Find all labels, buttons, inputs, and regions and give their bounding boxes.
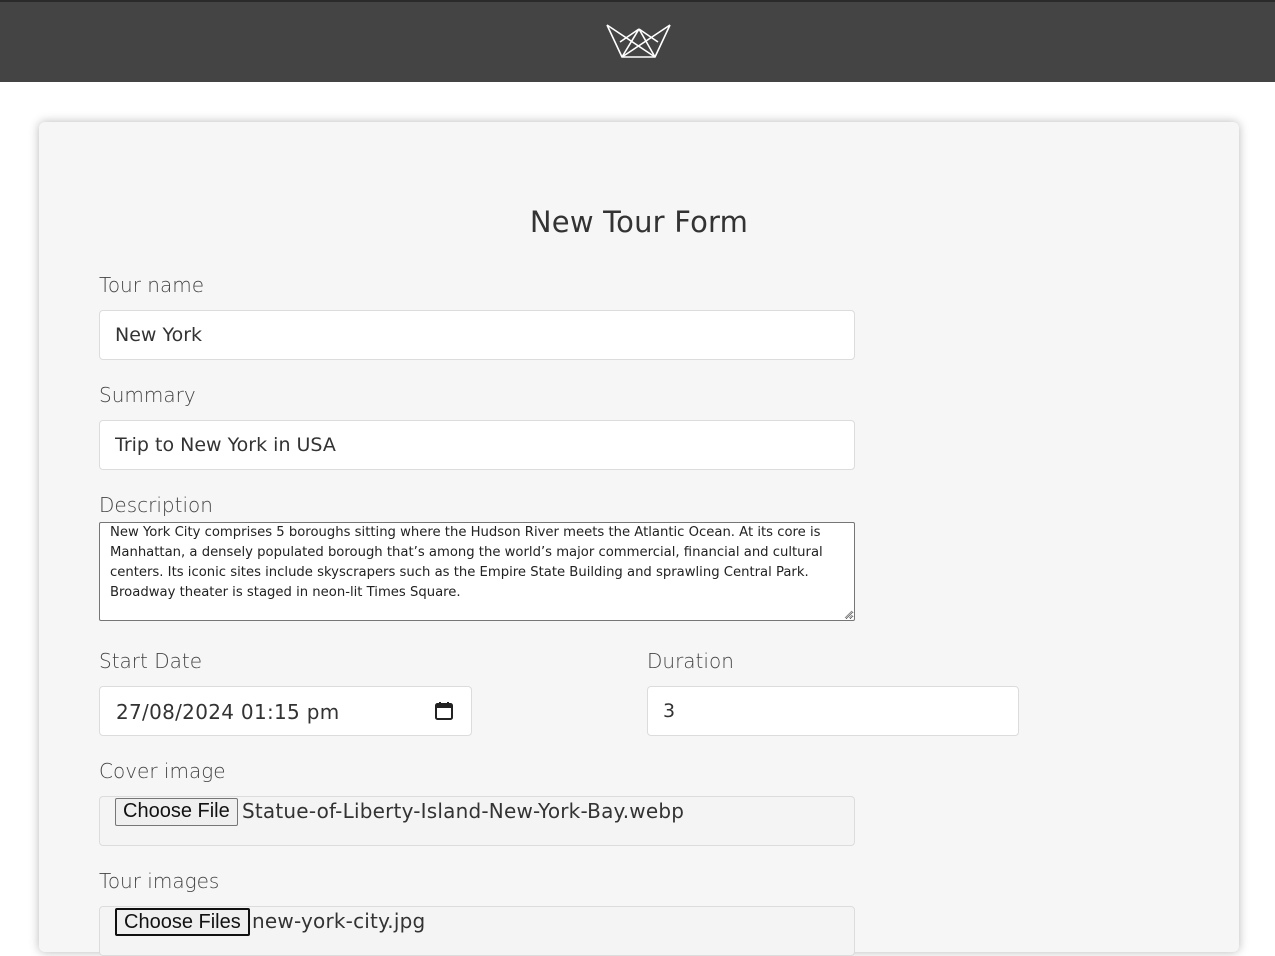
top-navigation-bar <box>0 0 1275 82</box>
start-date-value: 27/08/2024 01:15 pm <box>116 700 340 724</box>
cover-image-label: Cover image <box>99 759 226 783</box>
choose-files-button[interactable]: Choose Files <box>115 908 250 936</box>
tour-name-label: Tour name <box>99 273 205 297</box>
form-title: New Tour Form <box>529 205 749 239</box>
new-tour-form-card: New Tour Form Tour name Summary Descript… <box>39 122 1239 956</box>
duration-label: Duration <box>647 649 734 673</box>
tour-images-label: Tour images <box>99 869 220 893</box>
start-date-label: Start Date <box>99 649 203 673</box>
summary-label: Summary <box>99 383 196 407</box>
resize-grip-icon[interactable] <box>843 609 853 619</box>
tour-images-file-name: new-york-city.jpg <box>252 909 426 933</box>
description-label: Description <box>99 493 213 517</box>
crown-logo-icon[interactable] <box>604 22 674 60</box>
start-date-input[interactable]: 27/08/2024 01:15 pm <box>99 686 472 736</box>
tour-images-file-input[interactable]: Choose Files new-york-city.jpg <box>99 906 855 956</box>
duration-input[interactable] <box>647 686 1019 736</box>
description-textarea[interactable]: New York City comprises 5 boroughs sitti… <box>99 522 855 621</box>
summary-input[interactable] <box>99 420 855 470</box>
description-text: New York City comprises 5 boroughs sitti… <box>110 525 823 600</box>
choose-file-button[interactable]: Choose File <box>115 798 238 826</box>
tour-name-input[interactable] <box>99 310 855 360</box>
cover-image-file-name: Statue-of-Liberty-Island-New-York-Bay.we… <box>242 799 685 823</box>
calendar-icon[interactable] <box>434 701 454 721</box>
cover-image-file-input[interactable]: Choose File Statue-of-Liberty-Island-New… <box>99 796 855 846</box>
